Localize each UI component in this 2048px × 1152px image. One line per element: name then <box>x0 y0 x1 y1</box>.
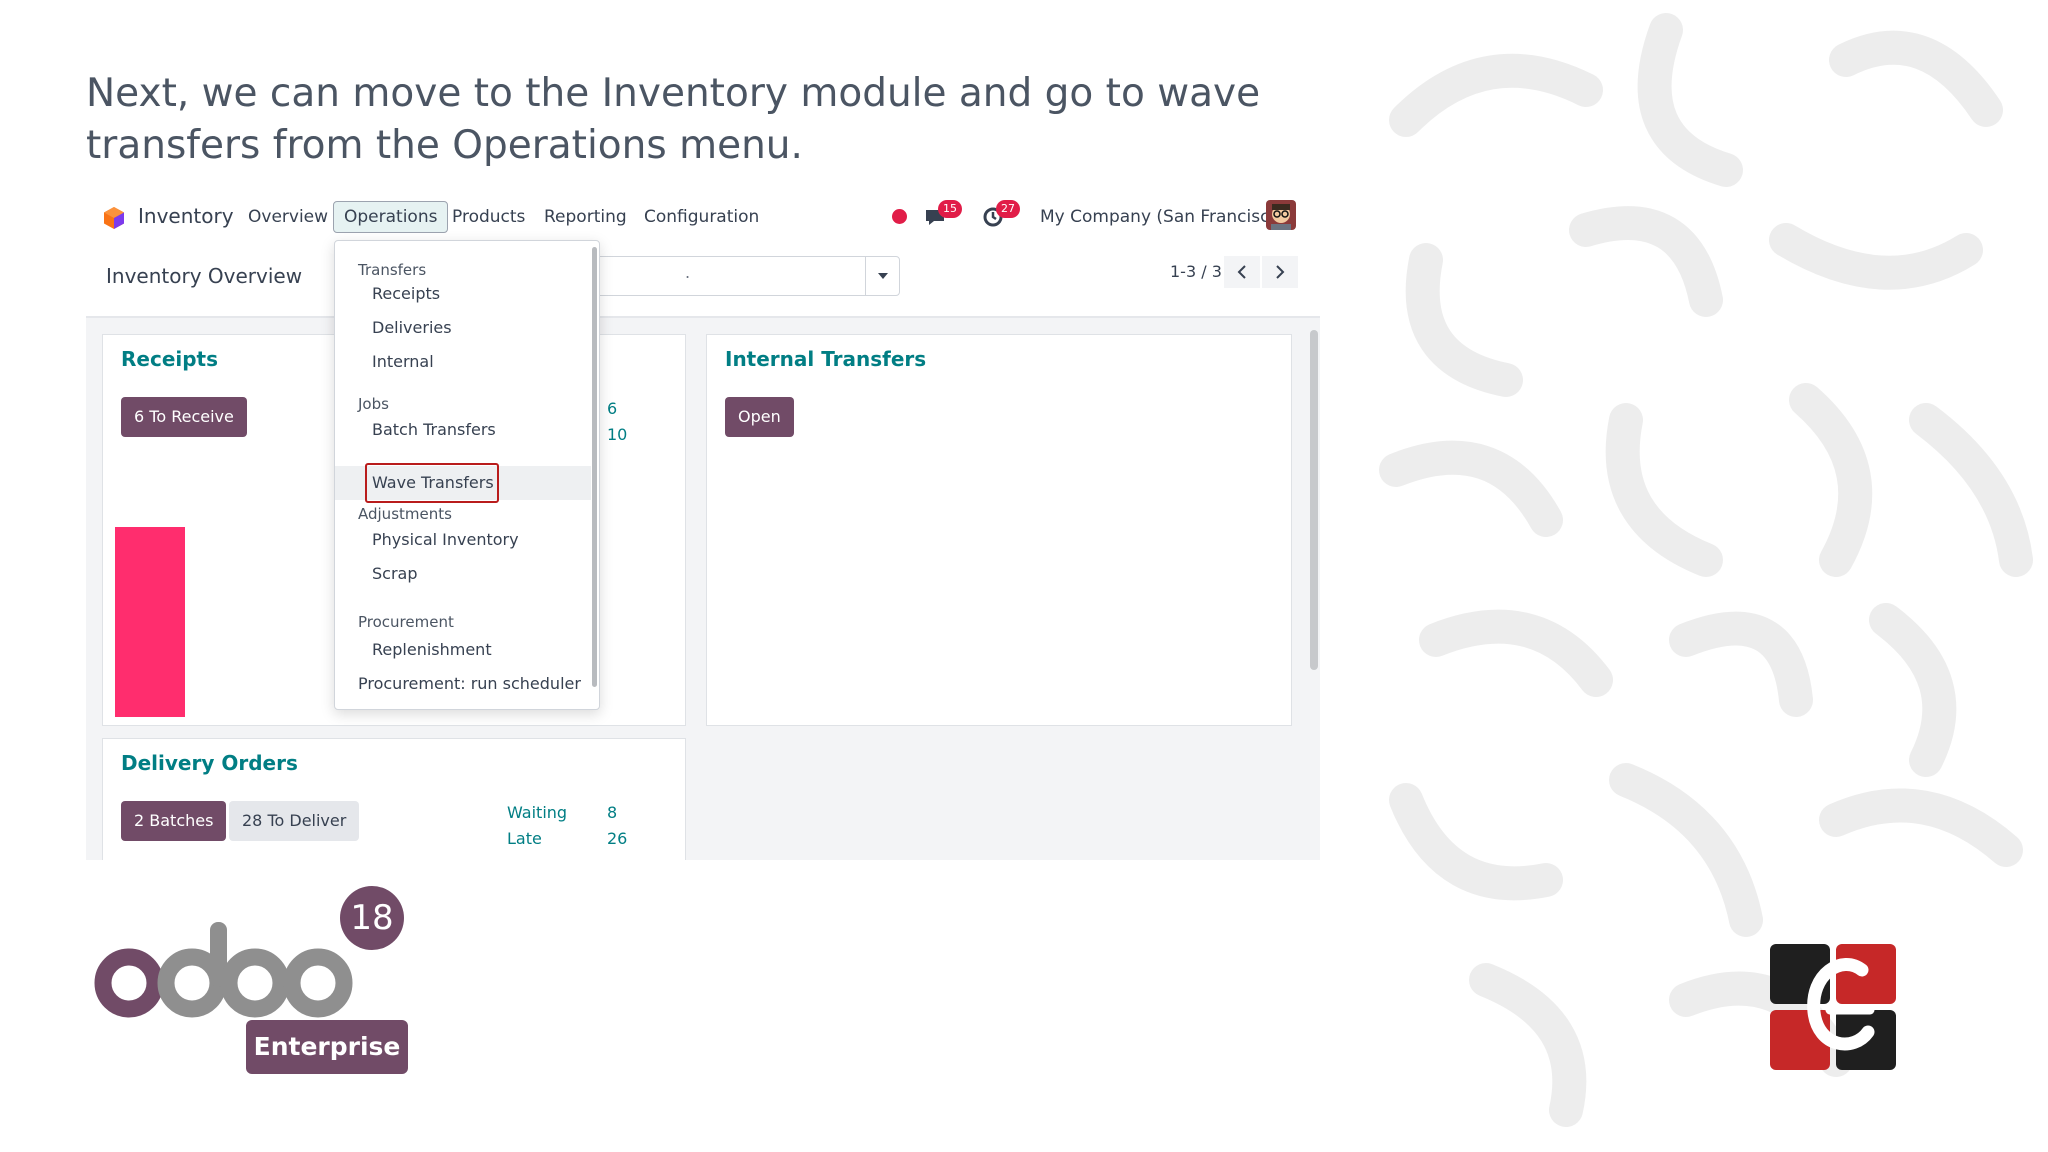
version-badge: 18 <box>340 886 404 950</box>
odoo-wordmark <box>94 922 353 1018</box>
receipts-stat-value[interactable]: 10 <box>607 425 627 444</box>
menu-item-replenishment[interactable]: Replenishment <box>335 633 591 667</box>
menu-item-scrap[interactable]: Scrap <box>335 557 591 591</box>
app-name[interactable]: Inventory <box>138 204 234 228</box>
late-label[interactable]: Late <box>507 829 542 848</box>
top-navbar: Inventory Overview Operations Products R… <box>86 190 1320 246</box>
pager-value[interactable]: 1-3 / 3 <box>1170 262 1222 281</box>
app-screenshot: Inventory Overview Operations Products R… <box>86 190 1320 860</box>
wave-transfers-highlight <box>365 463 499 503</box>
odoo-logo: 18 Enterprise <box>92 880 422 1080</box>
page-title: Inventory Overview <box>106 264 303 288</box>
menu-item-internal[interactable]: Internal <box>335 345 591 379</box>
to-receive-button[interactable]: 6 To Receive <box>121 397 247 437</box>
menu-overview[interactable]: Overview <box>248 207 328 227</box>
menu-operations[interactable]: Operations <box>333 201 449 233</box>
receipts-card-title[interactable]: Receipts <box>121 347 218 371</box>
waiting-label[interactable]: Waiting <box>507 803 567 822</box>
decorative-pattern <box>1366 0 2048 1152</box>
operations-dropdown-menu: Transfers Receipts Deliveries Internal J… <box>334 240 600 710</box>
inventory-app-icon[interactable] <box>102 206 126 230</box>
to-deliver-button[interactable]: 28 To Deliver <box>229 801 360 841</box>
user-avatar[interactable] <box>1266 200 1296 230</box>
enterprise-badge: Enterprise <box>246 1020 408 1074</box>
status-dot[interactable] <box>892 209 907 224</box>
receipts-stat-value[interactable]: 6 <box>607 399 617 418</box>
menu-item-deliveries[interactable]: Deliveries <box>335 311 591 345</box>
batches-button[interactable]: 2 Batches <box>121 801 227 841</box>
caret-down-icon <box>877 273 888 279</box>
pager-next-button[interactable] <box>1262 256 1298 288</box>
kanban-dashboard: Receipts 6 To Receive 6 10 Internal Tran… <box>86 318 1320 860</box>
internal-transfers-title[interactable]: Internal Transfers <box>725 347 926 371</box>
page-scrollbar[interactable] <box>1310 330 1318 670</box>
dropdown-section-header: Procurement <box>358 613 454 631</box>
delivery-orders-title[interactable]: Delivery Orders <box>121 751 298 775</box>
dropdown-scrollbar[interactable] <box>592 247 597 687</box>
pager-previous-button[interactable] <box>1224 256 1260 288</box>
menu-item-physical-inventory[interactable]: Physical Inventory <box>335 523 591 557</box>
menu-reporting[interactable]: Reporting <box>544 207 627 227</box>
company-switcher[interactable]: My Company (San Francisco) <box>1040 207 1286 227</box>
delivery-orders-card[interactable]: Delivery Orders 2 Batches 28 To Deliver … <box>102 738 686 860</box>
menu-item-run-scheduler[interactable]: Procurement: run scheduler <box>335 667 591 701</box>
dropdown-section-header: Adjustments <box>358 505 452 523</box>
search-input[interactable]: . <box>596 256 900 296</box>
search-options-toggle[interactable] <box>865 257 899 295</box>
search-value: . <box>685 263 691 282</box>
chevron-left-icon <box>1237 265 1246 279</box>
waiting-value[interactable]: 8 <box>607 803 617 822</box>
menu-item-receipts[interactable]: Receipts <box>335 277 591 311</box>
receipts-graph-bar[interactable] <box>115 527 185 717</box>
chevron-right-icon <box>1276 265 1285 279</box>
company-logo <box>1770 944 1896 1070</box>
chat-count-badge: 15 <box>938 200 962 218</box>
activity-count-badge: 27 <box>996 200 1020 218</box>
late-value[interactable]: 26 <box>607 829 627 848</box>
menu-configuration[interactable]: Configuration <box>644 207 759 227</box>
dropdown-section-header: Jobs <box>358 395 389 413</box>
slide-headline: Next, we can move to the Inventory modul… <box>86 71 1261 168</box>
menu-item-batch-transfers[interactable]: Batch Transfers <box>335 413 591 447</box>
internal-transfers-card[interactable]: Internal Transfers Open <box>706 334 1292 726</box>
open-button[interactable]: Open <box>725 397 794 437</box>
menu-products[interactable]: Products <box>452 207 525 227</box>
